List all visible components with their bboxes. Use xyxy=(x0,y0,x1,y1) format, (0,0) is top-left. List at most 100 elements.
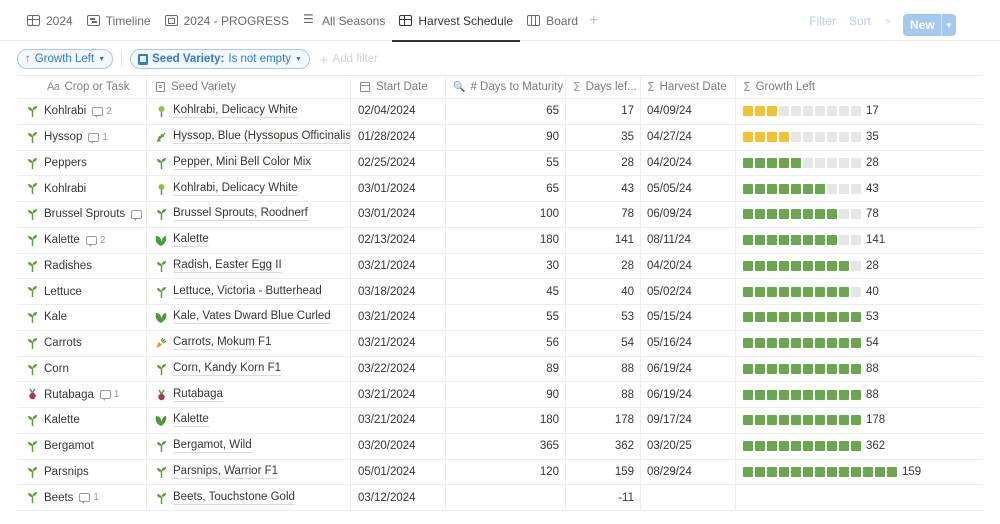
table-row[interactable]: Kalette 2 Kalette 02/13/2024 180 141 08/11/24 1… xyxy=(17,227,983,254)
start-date-cell[interactable]: 03/01/2024 xyxy=(351,202,446,227)
seed-variety-link[interactable]: Parsnips, Warrior F1 xyxy=(173,465,279,479)
crop-name[interactable]: Kalette xyxy=(44,234,80,246)
table-row[interactable]: Rutabaga 1 Rutabaga 03/21/2024 90 88 06/19/24 8… xyxy=(17,382,983,408)
days-left-cell[interactable]: 43 xyxy=(566,176,641,201)
start-date-cell[interactable]: 03/20/2024 xyxy=(351,433,446,459)
harvest-date-cell[interactable]: 04/27/24 xyxy=(641,124,736,150)
seed-variety-cell[interactable]: Brussel Sprouts, Roodnerf xyxy=(147,202,351,227)
comment-count[interactable]: 1 xyxy=(99,389,119,402)
days-to-maturity-cell[interactable]: 45 xyxy=(446,279,566,304)
crop-cell[interactable]: Kohlrabi 2 xyxy=(17,99,147,124)
harvest-date-cell[interactable]: 05/16/24 xyxy=(641,330,736,356)
seed-variety-cell[interactable]: Kohlrabi, Delicacy White xyxy=(147,99,351,124)
seed-variety-link[interactable]: Kohlrabi, Delicacy White xyxy=(173,104,298,119)
crop-name[interactable]: Hyssop xyxy=(44,131,82,143)
crop-cell[interactable]: Beets 1 xyxy=(17,485,147,510)
seed-variety-link[interactable]: Kohlrabi, Delicacy White xyxy=(173,182,298,196)
start-date-cell[interactable]: 05/01/2024 xyxy=(351,459,446,485)
crop-name[interactable]: Parsnips xyxy=(44,466,89,478)
tab-harvest-schedule[interactable]: Harvest Schedule xyxy=(392,0,520,42)
days-to-maturity-cell[interactable]: 65 xyxy=(446,176,566,201)
growth-left-cell[interactable]: 362 xyxy=(736,434,983,459)
growth-left-cell[interactable]: 88 xyxy=(736,357,983,382)
table-row[interactable]: Radishes Radish, Easter Egg II 03/21/2024 3… xyxy=(17,253,983,280)
days-left-cell[interactable]: 54 xyxy=(566,330,641,356)
table-row[interactable]: Carrots Carrots, Mokum F1 03/21/2024 56 54 05… xyxy=(17,330,983,357)
days-to-maturity-cell[interactable]: 100 xyxy=(446,202,566,227)
days-left-cell[interactable]: 28 xyxy=(566,253,641,279)
seed-variety-link[interactable]: Brussel Sprouts, Roodnerf xyxy=(173,207,308,222)
seed-variety-cell[interactable]: Radish, Easter Egg II xyxy=(147,253,351,279)
column-header[interactable]: Start Date xyxy=(351,76,446,98)
days-to-maturity-cell[interactable]: 120 xyxy=(446,459,566,485)
harvest-date-cell[interactable]: 03/20/25 xyxy=(641,433,736,459)
days-to-maturity-cell[interactable]: 56 xyxy=(446,330,566,356)
crop-name[interactable]: Rutabaga xyxy=(44,389,94,401)
crop-cell[interactable]: Peppers xyxy=(17,150,147,176)
growth-left-cell[interactable]: 141 xyxy=(736,228,983,253)
crop-name[interactable]: Peppers xyxy=(44,157,87,169)
crop-name[interactable]: Radishes xyxy=(44,260,92,272)
crop-cell[interactable]: Kalette xyxy=(17,408,147,433)
seed-variety-link[interactable]: Kale, Vates Dward Blue Curled xyxy=(173,310,331,325)
seed-variety-cell[interactable]: Parsnips, Warrior F1 xyxy=(147,459,351,485)
growth-left-cell[interactable] xyxy=(736,485,983,510)
days-left-cell[interactable]: 35 xyxy=(566,124,641,150)
column-header[interactable]: Σ Harvest Date xyxy=(641,76,736,98)
seed-variety-cell[interactable]: Kohlrabi, Delicacy White xyxy=(147,176,351,201)
harvest-date-cell[interactable]: 06/19/24 xyxy=(641,382,736,407)
harvest-date-cell[interactable]: 05/05/24 xyxy=(641,176,736,201)
filter-button[interactable]: Filter xyxy=(809,14,836,28)
sort-pill[interactable]: ↑ Growth Left ▼ xyxy=(17,49,114,69)
seed-variety-cell[interactable]: Kalette xyxy=(147,227,351,253)
seed-variety-link[interactable]: Lettuce, Victoria - Butterhead xyxy=(173,285,322,299)
tab-timeline[interactable]: Timeline xyxy=(80,0,158,41)
crop-cell[interactable]: Carrots xyxy=(17,330,147,356)
start-date-cell[interactable]: 03/21/2024 xyxy=(351,330,446,356)
growth-left-cell[interactable]: 17 xyxy=(736,99,983,124)
harvest-date-cell[interactable]: 08/11/24 xyxy=(641,227,736,253)
crop-cell[interactable]: Radishes xyxy=(17,253,147,279)
start-date-cell[interactable]: 02/25/2024 xyxy=(351,150,446,176)
days-left-cell[interactable]: 53 xyxy=(566,305,641,330)
harvest-date-cell[interactable]: 05/02/24 xyxy=(641,279,736,304)
table-row[interactable]: Parsnips Parsnips, Warrior F1 05/01/2024 12… xyxy=(17,459,983,486)
crop-name[interactable]: Kohlrabi xyxy=(44,105,86,117)
column-header[interactable]: Seed Variety xyxy=(147,76,351,98)
days-to-maturity-cell[interactable]: 180 xyxy=(446,227,566,253)
harvest-date-cell[interactable]: 04/09/24 xyxy=(641,99,736,124)
days-left-cell[interactable]: 88 xyxy=(566,356,641,382)
growth-left-cell[interactable]: 35 xyxy=(736,125,983,150)
column-header[interactable]: Σ Days lef... xyxy=(566,76,641,98)
days-to-maturity-cell[interactable]: 55 xyxy=(446,150,566,176)
growth-left-cell[interactable]: 53 xyxy=(736,305,983,330)
crop-cell[interactable]: Brussel Sprouts xyxy=(17,202,147,227)
seed-variety-cell[interactable]: Pepper, Mini Bell Color Mix xyxy=(147,150,351,176)
harvest-date-cell[interactable]: 05/15/24 xyxy=(641,305,736,330)
days-to-maturity-cell[interactable]: 30 xyxy=(446,253,566,279)
comment-count[interactable]: 2 xyxy=(85,235,105,247)
seed-variety-link[interactable]: Rutabaga xyxy=(173,388,223,402)
seed-variety-link[interactable]: Bergamot, Wild xyxy=(173,439,252,454)
crop-name[interactable]: Carrots xyxy=(44,337,82,349)
days-left-cell[interactable]: 17 xyxy=(566,99,641,124)
crop-name[interactable]: Lettuce xyxy=(44,286,82,298)
seed-variety-link[interactable]: Corn, Kandy Korn F1 xyxy=(173,362,282,376)
days-left-cell[interactable]: 28 xyxy=(566,150,641,176)
new-button[interactable]: New ▼ xyxy=(903,14,956,36)
table-row[interactable]: Peppers Pepper, Mini Bell Color Mix 02/25/… xyxy=(17,150,983,177)
crop-cell[interactable]: Rutabaga 1 xyxy=(17,382,147,407)
seed-variety-cell[interactable]: Kale, Vates Dward Blue Curled xyxy=(147,305,351,330)
crop-cell[interactable]: Parsnips xyxy=(17,459,147,485)
days-left-cell[interactable]: 88 xyxy=(566,382,641,407)
seed-variety-cell[interactable]: Hyssop, Blue (Hyssopus Officinalis) xyxy=(147,124,351,150)
table-row[interactable]: Lettuce Lettuce, Victoria - Butterhead 03/… xyxy=(17,279,983,305)
start-date-cell[interactable]: 03/12/2024 xyxy=(351,485,446,510)
start-date-cell[interactable]: 02/04/2024 xyxy=(351,99,446,124)
tab-board[interactable]: Board xyxy=(520,0,585,41)
growth-left-cell[interactable]: 159 xyxy=(736,460,983,485)
start-date-cell[interactable]: 02/13/2024 xyxy=(351,227,446,253)
growth-left-cell[interactable]: 54 xyxy=(736,331,983,356)
seed-variety-link[interactable]: Hyssop, Blue (Hyssopus Officinalis) xyxy=(173,130,350,145)
table-row[interactable]: Beets 1 Beets, Touchstone Gold 03/12/2024 -1… xyxy=(17,485,983,511)
